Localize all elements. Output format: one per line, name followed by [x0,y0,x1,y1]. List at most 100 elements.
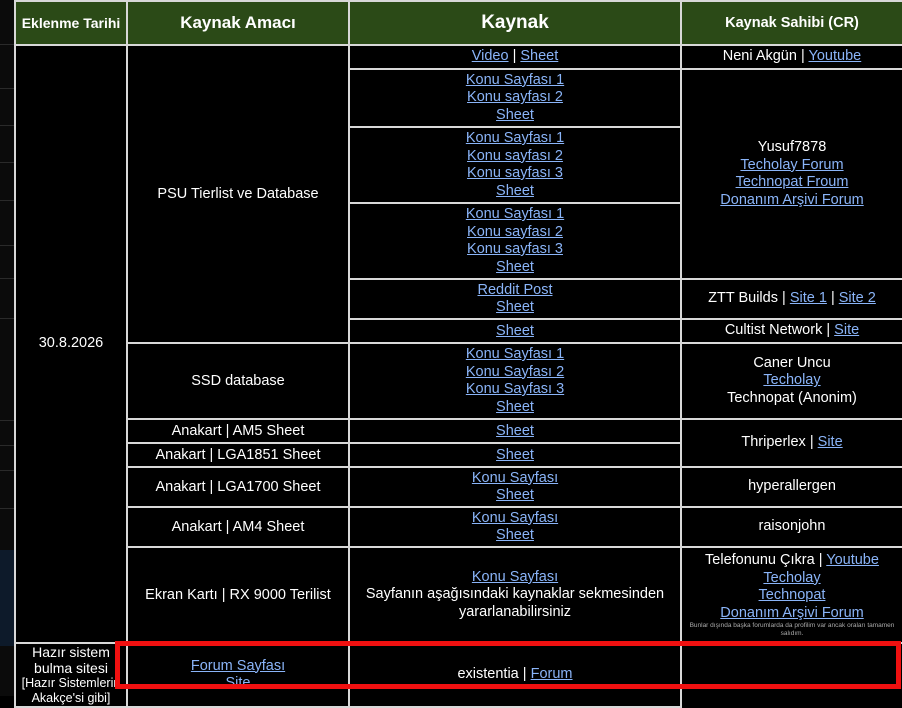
techolay-link[interactable]: Techolay [763,570,820,588]
konu-sayfasi-2-link[interactable]: Konu sayfası 2 [467,224,563,242]
technopat-forum-link[interactable]: Technopat Froum [736,174,849,192]
sheet-link[interactable]: Sheet [496,183,534,201]
konu-sayfasi-1-link[interactable]: Konu Sayfası 1 [466,346,564,364]
sheet-link[interactable]: Sheet [496,487,534,505]
src-am5: Sheet [348,418,682,444]
konu-sayfasi-2-link[interactable]: Konu sayfası 2 [467,148,563,166]
owner-name: Caner Uncu [753,354,831,371]
sheet-link[interactable]: Sheet [496,399,534,417]
purpose-prebuilt: Hazır sistem bulma sitesi [Hazır Sisteml… [14,642,128,708]
konu-sayfasi-1-link[interactable]: Konu Sayfası 1 [466,130,564,148]
owner-name: Neni Akgün [722,48,797,65]
konu-sayfasi-3-link[interactable]: Konu sayfası 3 [467,165,563,183]
purpose-lga1851-label: Anakart | LGA1851 Sheet [155,446,321,463]
purpose-ssd: SSD database [126,342,350,420]
techolay-forum-link[interactable]: Techolay Forum [740,157,843,175]
src-psu-5: Reddit Post Sheet [348,278,682,320]
owner-cultist: Cultist Network | Site [680,318,902,344]
konu-sayfasi-3-link[interactable]: Konu Sayfası 3 [466,381,564,399]
purpose-am4: Anakart | AM4 Sheet [126,506,350,548]
separator: | [800,48,805,65]
separator: | [512,48,517,65]
youtube-link[interactable]: Youtube [826,552,879,568]
separator: | [782,290,786,307]
src-psu-3: Konu Sayfası 1 Konu sayfası 2 Konu sayfa… [348,126,682,204]
purpose-am5: Anakart | AM5 Sheet [126,418,350,444]
header-purpose: Kaynak Amacı [126,0,350,46]
src-ssd: Konu Sayfası 1 Konu Sayfası 2 Konu Sayfa… [348,342,682,420]
src-prebuilt: Forum Sayfası Site [126,642,350,708]
owner-name: ZTT Builds [708,290,778,307]
purpose-lga1700-label: Anakart | LGA1700 Sheet [155,478,321,495]
konu-sayfasi-1-link[interactable]: Konu Sayfası 1 [466,206,564,224]
owner-ztt: ZTT Builds | Site 1 | Site 2 [680,278,902,320]
purpose-gpu: Ekran Kartı | RX 9000 Terilist [126,546,350,644]
techolay-link[interactable]: Techolay [763,372,820,390]
owner-name: Telefonunu Çıkra [705,552,815,568]
owner-raisonjohn: raisonjohn [680,506,902,548]
separator: | [809,434,814,451]
donanim-arsivi-forum-link[interactable]: Donanım Arşivi Forum [720,605,863,623]
konu-sayfasi-link[interactable]: Konu Sayfası [472,510,558,528]
sources-table: Eklenme Tarihi Kaynak Amacı Kaynak Kayna… [14,0,902,708]
video-link[interactable]: Video [472,48,509,64]
separator: | [522,666,527,683]
forum-link[interactable]: Forum [531,666,573,682]
site-1-link[interactable]: Site 1 [790,290,827,306]
reddit-post-link[interactable]: Reddit Post [478,282,553,300]
owner-yusuf: Yusuf7878 Techolay Forum Technopat Froum… [680,68,902,280]
konu-sayfasi-link[interactable]: Konu Sayfası [472,470,558,488]
purpose-gpu-label: Ekran Kartı | RX 9000 Terilist [145,586,331,603]
header-source: Kaynak [348,0,682,46]
sheet-link[interactable]: Sheet [496,323,534,339]
owner-existentia: existentia | Forum [348,642,682,708]
purpose-prebuilt-sublabel: [Hazır Sistemlerin Akakçe'si gibi] [21,676,121,705]
purpose-am5-label: Anakart | AM5 Sheet [171,422,305,439]
site-link[interactable]: Site [834,322,859,338]
purpose-am4-label: Anakart | AM4 Sheet [171,518,305,535]
sheet-link[interactable]: Sheet [496,107,534,125]
owner-name: Thriperlex [741,434,806,451]
date-value: 30.8.2026 [38,335,104,352]
purpose-ssd-label: SSD database [191,372,285,389]
separator: | [818,552,823,568]
purpose-psu-label: PSU Tierlist ve Database [157,185,319,202]
sheet-link[interactable]: Sheet [496,259,534,277]
sheet-link[interactable]: Sheet [496,447,534,463]
site-2-link[interactable]: Site 2 [839,290,876,306]
sheet-link[interactable]: Sheet [520,48,558,64]
konu-sayfasi-link[interactable]: Konu Sayfası [472,569,558,587]
youtube-link[interactable]: Youtube [809,48,862,64]
sheet-link[interactable]: Sheet [496,527,534,545]
technopat-link[interactable]: Technopat [759,587,826,605]
purpose-lga1700: Anakart | LGA1700 Sheet [126,466,350,508]
owner-name: hyperallergen [748,478,836,495]
header-date: Eklenme Tarihi [14,0,128,46]
separator: | [830,290,835,307]
gpu-description: Sayfanın aşağısındaki kaynaklar sekmesin… [365,586,665,620]
sheet-link[interactable]: Sheet [496,299,534,317]
src-psu-2: Konu Sayfası 1 Konu sayfası 2 Sheet [348,68,682,128]
donanim-arsivi-forum-link[interactable]: Donanım Arşivi Forum [720,192,863,210]
owner-name: Yusuf7878 [757,139,827,155]
src-psu-1: Video | Sheet [348,44,682,70]
site-link[interactable]: Site [226,675,251,693]
owner-name: Cultist Network [724,322,823,339]
owner-name: raisonjohn [758,518,826,535]
forum-sayfasi-link[interactable]: Forum Sayfası [191,658,285,676]
src-lga1851: Sheet [348,442,682,468]
site-link[interactable]: Site [818,434,843,450]
src-lga1700: Konu Sayfası Sheet [348,466,682,508]
separator: | [826,322,831,339]
sheet-link[interactable]: Sheet [496,423,534,439]
konu-sayfasi-2-link[interactable]: Konu sayfası 2 [467,89,563,107]
owner-note: Bunlar dışında başka forumlarda da profi… [689,622,895,637]
owner-name: existentia [457,666,519,683]
owner-telefon: Telefonunu Çıkra | Youtube Techolay Tech… [680,546,902,644]
purpose-psu: PSU Tierlist ve Database [126,44,350,344]
owner-thriperlex: Thriperlex | Site [680,418,902,468]
konu-sayfasi-2-link[interactable]: Konu Sayfası 2 [466,364,564,382]
konu-sayfasi-3-link[interactable]: Konu sayfası 3 [467,241,563,259]
header-owner: Kaynak Sahibi (CR) [680,0,902,46]
konu-sayfasi-1-link[interactable]: Konu Sayfası 1 [466,72,564,90]
